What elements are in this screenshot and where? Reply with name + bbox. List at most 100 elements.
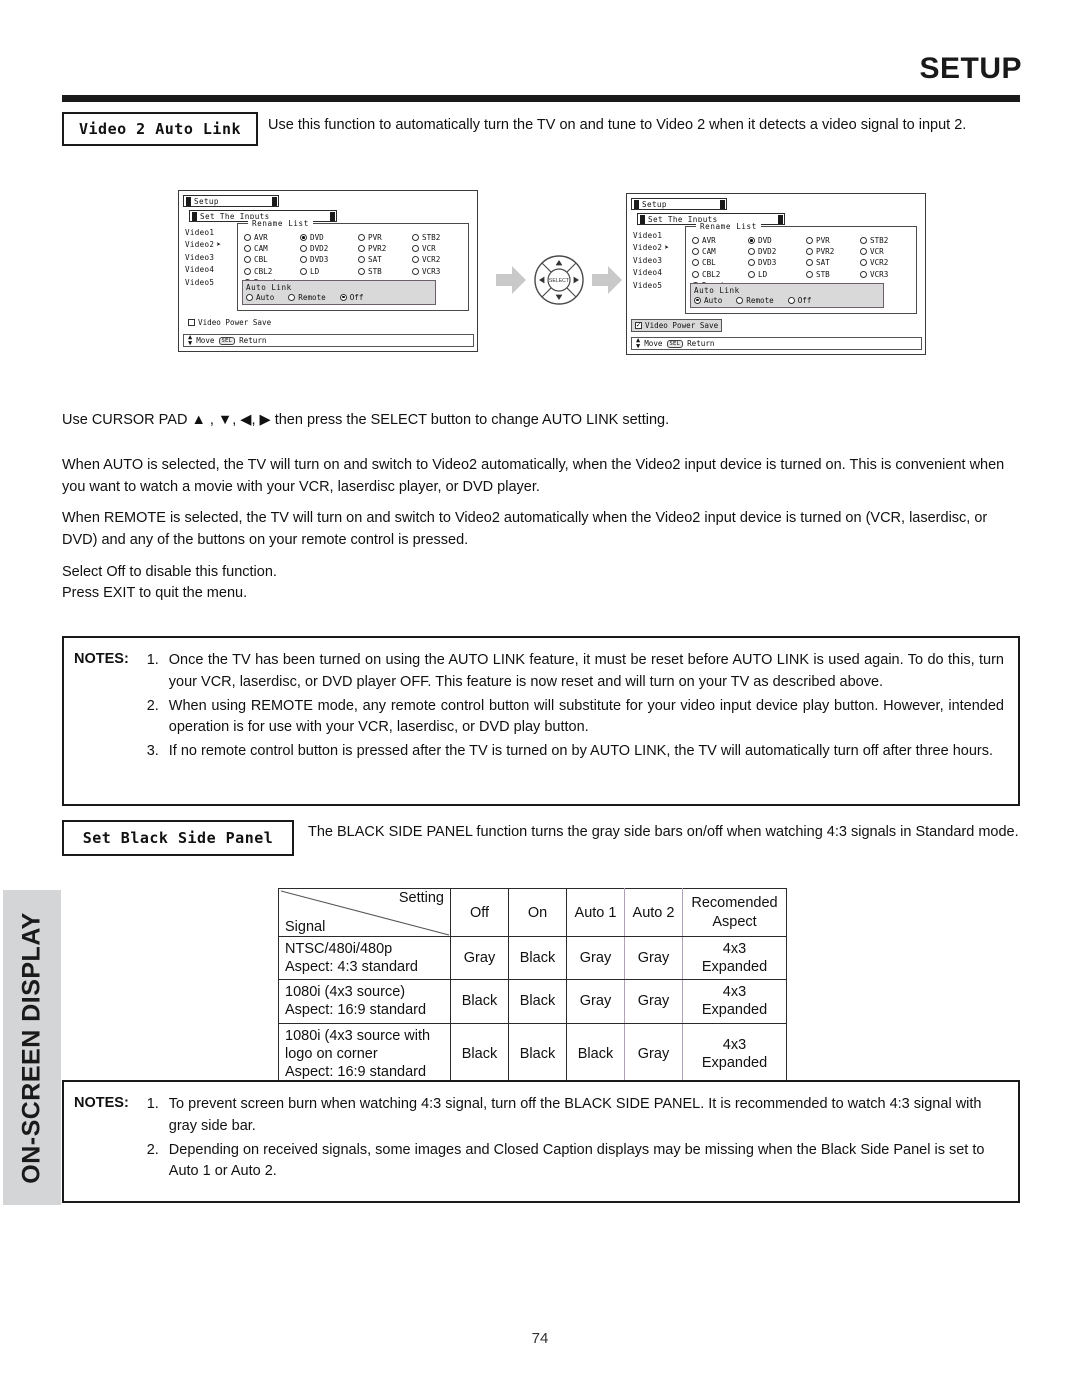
cursor-arrow-icon: ➤: [216, 239, 222, 249]
checkbox-icon[interactable]: [188, 319, 195, 326]
radio-icon-selected[interactable]: [339, 293, 347, 301]
page-number: 74: [531, 1330, 549, 1347]
radio-icon[interactable]: [358, 267, 365, 275]
radio-label: CAM: [254, 244, 268, 254]
radio-icon[interactable]: [860, 237, 867, 244]
radio-option: VCR3: [860, 270, 918, 279]
cell-recommended: 4x3 Expanded: [682, 1022, 787, 1085]
radio-option: PVR2: [358, 244, 412, 253]
radio-icon[interactable]: [246, 293, 253, 301]
section-description-blackside: The BLACK SIDE PANEL function turns the …: [308, 824, 1019, 840]
radio-icon[interactable]: [692, 237, 699, 244]
column-header-on: On: [508, 888, 567, 937]
column-header-auto1: Auto 1: [566, 888, 625, 937]
radio-label: VCR2: [870, 258, 889, 268]
radio-icon[interactable]: [860, 259, 867, 267]
radio-icon[interactable]: [692, 259, 699, 267]
cell-off: Black: [450, 979, 509, 1024]
radio-icon[interactable]: [358, 256, 365, 264]
radio-icon[interactable]: [244, 267, 251, 275]
column-header-off: Off: [450, 888, 509, 937]
radio-label: VCR2: [422, 255, 441, 265]
radio-icon[interactable]: [806, 270, 813, 278]
radio-icon[interactable]: [300, 267, 307, 275]
radio-icon[interactable]: [748, 248, 755, 256]
radio-label: PVR2: [816, 247, 835, 257]
radio-icon-selected[interactable]: [748, 237, 755, 244]
radio-label: Auto: [256, 292, 275, 302]
cursor-arrow-icon: ➤: [664, 242, 670, 252]
paragraph-press-exit: Press EXIT to quit the menu.: [62, 585, 248, 601]
radio-label: CBL2: [702, 269, 721, 279]
radio-icon[interactable]: [806, 237, 813, 244]
radio-icon[interactable]: [748, 259, 755, 267]
radio-icon[interactable]: [806, 259, 813, 267]
radio-icon[interactable]: [244, 245, 251, 253]
radio-icon[interactable]: [736, 296, 744, 304]
manual-page: SETUP Video 2 Auto Link Use this functio…: [0, 0, 1080, 1397]
radio-option: VCR: [412, 244, 470, 253]
radio-icon[interactable]: [692, 270, 699, 278]
radio-label: VCR: [870, 247, 884, 257]
osd-tab-setup-label: Setup: [194, 196, 219, 206]
auto-link-title: Auto Link: [246, 282, 292, 292]
tab-knob-right-icon: [330, 211, 335, 221]
list-item: Video3: [185, 252, 221, 262]
radio-label: VCR: [422, 244, 436, 254]
checkbox-icon-checked[interactable]: [635, 321, 642, 329]
radio-icon[interactable]: [787, 296, 795, 304]
osd-screenshot-after: Setup Set The Inputs Video1 Video2 ➤ Vide…: [626, 193, 926, 355]
osd-video-power-save-row[interactable]: Video Power Save: [185, 317, 274, 328]
radio-icon[interactable]: [412, 234, 419, 241]
radio-icon[interactable]: [412, 256, 419, 264]
black-side-panel-table: Setting Signal Off On Auto 1 Auto 2 Reco…: [278, 888, 787, 1085]
radio-icon[interactable]: [412, 267, 419, 275]
note-number: 2.: [146, 697, 159, 714]
radio-icon[interactable]: [806, 248, 813, 256]
radio-label: Remote: [298, 292, 326, 302]
table-row: NTSC/480i/480p Aspect: 4:3 standard Gray…: [278, 935, 787, 981]
note-number: 2.: [146, 1141, 159, 1158]
radio-label: LD: [310, 266, 320, 276]
radio-icon[interactable]: [300, 256, 307, 264]
note-text: When using REMOTE mode, any remote contr…: [168, 697, 1004, 736]
radio-icon[interactable]: [244, 234, 251, 241]
video-label: Video5: [185, 277, 215, 287]
osd-video-power-save-row[interactable]: Video Power Save: [631, 319, 723, 332]
table-corner-header: Setting Signal: [278, 888, 451, 937]
row-signal-label: 1080i (4x3 source with logo on corner As…: [278, 1022, 451, 1085]
radio-label: STB: [368, 266, 382, 276]
cursor-arrows-icon: ▲ , ▼, ◀, ▶: [191, 412, 271, 428]
radio-option: STB: [806, 270, 860, 279]
radio-icon[interactable]: [358, 245, 365, 253]
notes-list: 1. To prevent screen burn when watching 4…: [139, 1094, 1004, 1185]
auto-link-option-auto: Auto: [246, 293, 274, 302]
row-signal-label: 1080i (4x3 source) Aspect: 16:9 standard: [278, 979, 451, 1024]
note-text: To prevent screen burn when watching 4:3…: [168, 1096, 982, 1134]
svg-text:SELECT: SELECT: [549, 278, 570, 284]
rec-line: 4x3: [722, 984, 747, 1001]
cell-on: Black: [508, 1022, 567, 1085]
cell-auto1: Gray: [566, 979, 625, 1024]
radio-icon[interactable]: [860, 270, 867, 278]
radio-icon[interactable]: [244, 256, 251, 264]
note-number: 1.: [146, 652, 159, 668]
radio-icon[interactable]: [692, 248, 699, 256]
osd-screenshot-before: Setup Set The Inputs Video1 Video2 ➤ Vide…: [178, 190, 478, 352]
radio-icon[interactable]: [412, 245, 419, 253]
radio-icon[interactable]: [288, 293, 296, 301]
radio-icon[interactable]: [300, 245, 307, 253]
radio-icon[interactable]: [358, 234, 365, 241]
signal-line: 1080i (4x3 source): [285, 984, 406, 1001]
radio-label: DVD2: [758, 247, 777, 257]
osd-footer-hints: ▲ ▼ Move SEL Return: [631, 337, 922, 350]
osd-footer-hints: ▲ ▼ Move SEL Return: [183, 334, 474, 347]
radio-icon-selected[interactable]: [694, 296, 701, 304]
radio-icon[interactable]: [860, 248, 867, 256]
tab-knob-right-icon: [720, 199, 725, 209]
radio-icon-selected[interactable]: [300, 234, 307, 241]
radio-option: CBL2: [244, 267, 300, 276]
cursor-pad-illustration: SELECT: [496, 252, 624, 308]
list-item: 2. Depending on received signals, some im…: [139, 1140, 1004, 1184]
radio-icon[interactable]: [748, 270, 755, 278]
